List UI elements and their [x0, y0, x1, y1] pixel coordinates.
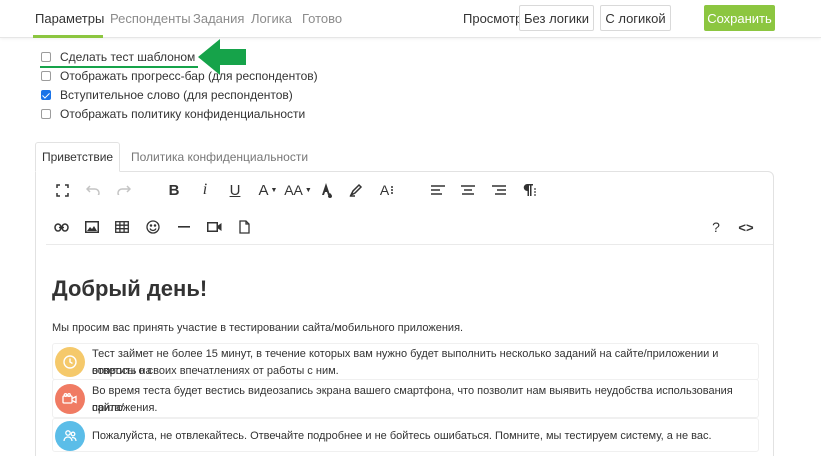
- align-center-icon[interactable]: [459, 181, 477, 199]
- tab-done[interactable]: Готово: [302, 11, 342, 26]
- font-size-label: AA: [284, 182, 303, 198]
- fullscreen-icon[interactable]: [53, 181, 71, 199]
- intro-text: Мы просим вас принять участие в тестиров…: [52, 322, 464, 334]
- template-checkbox[interactable]: [41, 52, 51, 62]
- preview-without-logic-button[interactable]: Без логики: [519, 5, 594, 31]
- video-camera-icon: [55, 384, 85, 414]
- line-height-icon[interactable]: A: [377, 181, 397, 199]
- underline-icon[interactable]: U: [226, 181, 244, 199]
- video-icon[interactable]: [205, 218, 223, 236]
- align-left-icon[interactable]: [429, 181, 447, 199]
- active-tab-indicator: [33, 35, 103, 38]
- option-label: Отображать политику конфиденциальности: [60, 107, 306, 121]
- tab-logic[interactable]: Логика: [251, 11, 292, 26]
- info-row-line: вопросы о своих впечатлениях от работы с…: [92, 365, 339, 377]
- image-icon[interactable]: [83, 218, 101, 236]
- align-right-icon[interactable]: [490, 181, 508, 199]
- rich-text-editor: B i U A ▼ AA ▼ A ? <> Добрый день! Мы пр…: [35, 171, 774, 456]
- highlighter-icon[interactable]: [347, 181, 365, 199]
- bold-icon[interactable]: B: [165, 181, 183, 199]
- tab-parameters[interactable]: Параметры: [35, 11, 104, 26]
- option-label: Отображать прогресс-бар (для респонденто…: [60, 69, 318, 83]
- fill-color-icon[interactable]: [317, 181, 335, 199]
- redo-icon[interactable]: [115, 181, 133, 199]
- option-template[interactable]: Сделать тест шаблоном: [41, 49, 195, 65]
- greeting-heading: Добрый день!: [52, 276, 208, 301]
- text-color-label: A: [258, 181, 269, 199]
- info-row-line: приложения.: [92, 402, 158, 414]
- help-icon[interactable]: ?: [707, 218, 725, 236]
- info-row-line: Пожалуйста, не отвлекайтесь. Отвечайте п…: [92, 430, 712, 442]
- text-color-icon[interactable]: A ▼: [256, 181, 280, 199]
- top-navigation: Параметры Респонденты Задания Логика Гот…: [0, 0, 821, 38]
- privacy-policy-checkbox[interactable]: [41, 109, 51, 119]
- tab-privacy-policy[interactable]: Политика конфиденциальности: [121, 142, 318, 172]
- tab-tasks[interactable]: Задания: [193, 11, 244, 26]
- info-row-time: Тест займет не более 15 минут, в течение…: [52, 343, 759, 380]
- clock-icon: [55, 347, 85, 377]
- save-button[interactable]: Сохранить: [704, 5, 775, 31]
- emoji-icon[interactable]: [144, 218, 162, 236]
- option-progress-bar[interactable]: Отображать прогресс-бар (для респонденто…: [41, 68, 318, 84]
- option-privacy-policy[interactable]: Отображать политику конфиденциальности: [41, 106, 305, 122]
- preview-with-logic-button[interactable]: С логикой: [600, 5, 671, 31]
- table-icon[interactable]: [113, 218, 131, 236]
- people-icon: [55, 421, 85, 451]
- paragraph-icon[interactable]: [520, 181, 538, 199]
- info-row-line: Во время теста будет вестись видеозапись…: [92, 385, 733, 414]
- option-label: Вступительное слово (для респондентов): [60, 88, 293, 102]
- progress-bar-checkbox[interactable]: [41, 71, 51, 81]
- tab-respondents[interactable]: Респонденты: [110, 11, 191, 26]
- undo-icon[interactable]: [84, 181, 102, 199]
- info-row-attention: Пожалуйста, не отвлекайтесь. Отвечайте п…: [52, 418, 759, 452]
- code-view-icon[interactable]: <>: [736, 218, 756, 236]
- line-height-label: A: [379, 182, 390, 198]
- file-icon[interactable]: [235, 218, 253, 236]
- link-icon[interactable]: [52, 218, 70, 236]
- font-size-icon[interactable]: AA ▼: [284, 181, 312, 199]
- italic-icon[interactable]: i: [196, 181, 214, 199]
- toolbar-divider: [46, 244, 773, 245]
- info-row-recording: Во время теста будет вестись видеозапись…: [52, 379, 759, 418]
- tab-greeting[interactable]: Приветствие: [35, 142, 120, 172]
- intro-word-checkbox[interactable]: [41, 90, 51, 100]
- horizontal-line-icon[interactable]: [175, 218, 193, 236]
- option-label: Сделать тест шаблоном: [60, 50, 196, 64]
- preview-label: Просмотр: [463, 11, 523, 26]
- option-intro-word[interactable]: Вступительное слово (для респондентов): [41, 87, 293, 103]
